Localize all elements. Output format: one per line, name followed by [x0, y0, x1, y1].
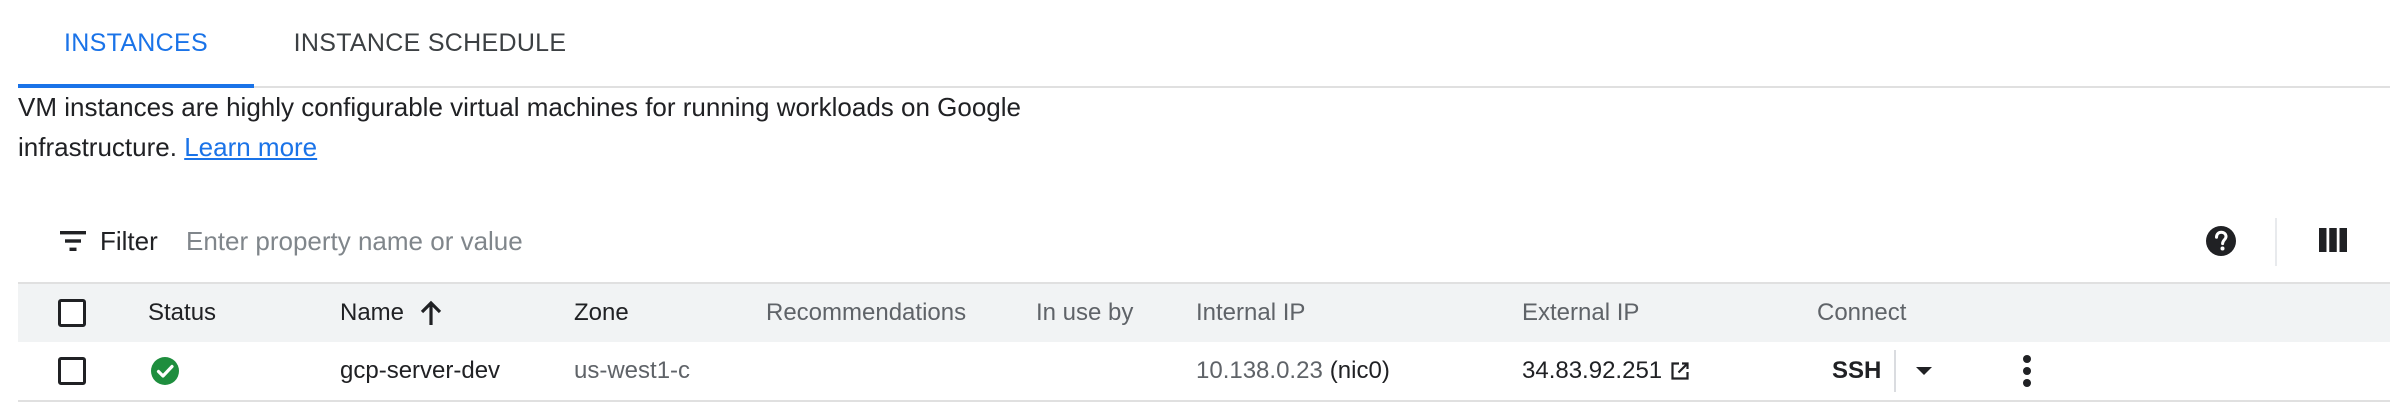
internal-ip-cell: 10.138.0.23 (nic0)	[1196, 342, 1390, 400]
more-vert-icon[interactable]	[2022, 354, 2032, 388]
tab-bar: INSTANCES INSTANCE SCHEDULE	[18, 0, 2390, 88]
column-header-status[interactable]: Status	[148, 284, 216, 342]
internal-nic-label: (nic0)	[1329, 357, 1390, 384]
column-header-recommendations[interactable]: Recommendations	[766, 284, 966, 342]
ssh-button[interactable]: SSH	[1832, 357, 1881, 385]
table-header: Status Name Zone Recommendations In use …	[18, 282, 2390, 344]
ssh-cell: SSH	[1832, 342, 1881, 400]
column-header-in-use-by[interactable]: In use by	[1036, 284, 1133, 342]
instance-name-link[interactable]: gcp-server-dev	[340, 342, 500, 400]
status-running-icon	[151, 357, 179, 385]
table-row[interactable]: gcp-server-dev us-west1-c 10.138.0.23 (n…	[18, 342, 2390, 402]
ssh-dropdown-cell	[1916, 342, 1932, 400]
tab-instance-schedule[interactable]: INSTANCE SCHEDULE	[280, 0, 580, 86]
row-select-cell	[58, 342, 86, 400]
column-header-zone[interactable]: Zone	[574, 284, 629, 342]
page-description: VM instances are highly configurable vir…	[18, 87, 1098, 167]
select-all-cell	[58, 284, 86, 342]
filter-input[interactable]	[184, 218, 1888, 264]
row-checkbox[interactable]	[58, 357, 86, 385]
column-header-name-label: Name	[340, 299, 405, 326]
external-ip-value[interactable]: 34.83.92.251	[1522, 357, 1662, 385]
ssh-dropdown-arrow-icon[interactable]	[1916, 366, 1932, 376]
column-header-internal-ip[interactable]: Internal IP	[1196, 284, 1305, 342]
open-in-new-icon[interactable]	[1670, 361, 1690, 381]
description-text: VM instances are highly configurable vir…	[18, 92, 1021, 162]
column-header-connect: Connect	[1817, 299, 1907, 326]
learn-more-link[interactable]: Learn more	[184, 132, 317, 162]
column-header-name[interactable]: Name	[340, 284, 444, 342]
select-all-checkbox[interactable]	[58, 299, 86, 327]
zone-value: us-west1-c	[574, 357, 691, 384]
external-ip-cell: 34.83.92.251	[1522, 342, 1690, 400]
ssh-split-divider	[1894, 350, 1896, 392]
toolbar-divider	[2275, 218, 2277, 266]
filter-bar: Filter	[18, 210, 2390, 272]
tab-instances[interactable]: INSTANCES	[18, 0, 254, 88]
vm-instances-page: INSTANCES INSTANCE SCHEDULE VM instances…	[0, 0, 2400, 420]
internal-ip-value: 10.138.0.23	[1196, 357, 1323, 384]
column-header-external-ip[interactable]: External IP	[1522, 284, 1639, 342]
help-icon[interactable]	[2204, 224, 2238, 258]
sort-ascending-icon[interactable]	[418, 299, 444, 327]
filter-label[interactable]: Filter	[100, 226, 158, 257]
status-cell	[150, 342, 180, 400]
filter-list-icon[interactable]	[58, 228, 88, 254]
column-display-icon[interactable]	[2318, 226, 2348, 254]
row-actions-cell	[2022, 342, 2032, 400]
